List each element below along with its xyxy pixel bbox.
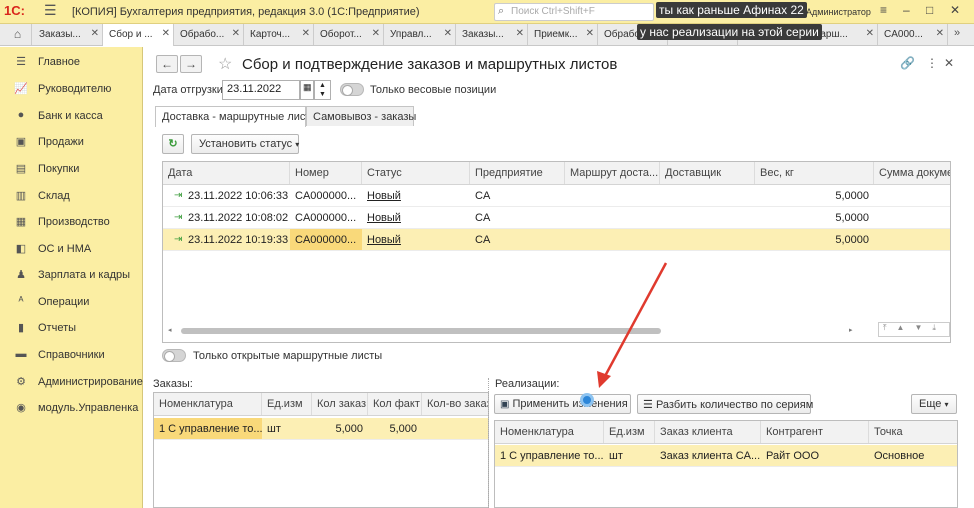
annotation-arrow-shaft (602, 262, 668, 379)
annotation-arrow-layer (597, 262, 668, 388)
annotation-arrow-head (597, 371, 611, 388)
